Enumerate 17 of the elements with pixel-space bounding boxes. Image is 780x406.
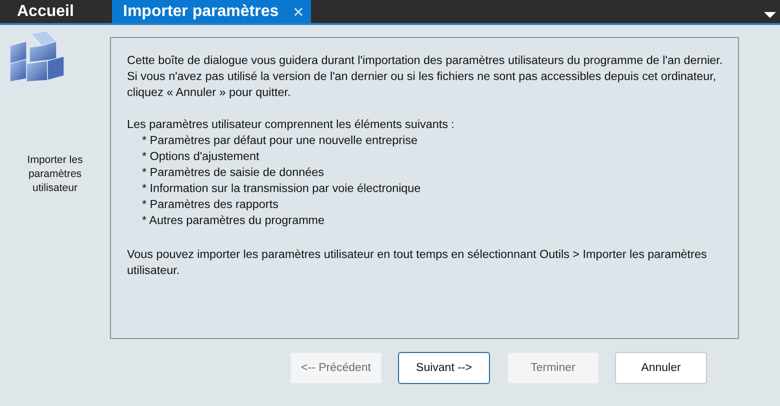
intro-text: Cette boîte de dialogue vous guidera durant l'importation des paramètres utilisateurs du programme de l'an dernier. Si vous n'avez pas utilisé la version de l'an dernier ou si les fichiers ne sont pas accessibles depuis cet ordinateur, cliquez « Annuler » pour quitter.: [127, 53, 723, 101]
list-item: * Paramètres des rapports: [142, 197, 280, 213]
list-item: * Autres paramètres du programme: [142, 213, 326, 229]
wizard-button[interactable]: Annuler: [615, 352, 707, 384]
cubes-icon: [7, 30, 67, 84]
footer-text: Vous pouvez importer les paramètres utilisateur en tout temps en sélectionnant Outils > Importer les paramètres utilisateur.: [127, 247, 708, 279]
list-item: * Paramètres par défaut pour une nouvelle entreprise: [142, 133, 418, 149]
list-item: * Paramètres de saisie de données: [142, 165, 325, 181]
tab[interactable]: Accueil: [0, 0, 112, 23]
list-item: * Information sur la transmission par voie électronique: [142, 181, 422, 197]
sidebar-caption: Importer les paramètres utilisateur: [26, 153, 84, 195]
list-heading: Les paramètres utilisateur comprennent les éléments suivants :: [127, 117, 456, 133]
dropdown-icon[interactable]: [764, 12, 776, 18]
list-item: * Options d'ajustement: [142, 149, 260, 165]
close-icon[interactable]: ✕: [292, 4, 305, 20]
wizard-button[interactable]: Suivant -->: [398, 352, 490, 384]
tab[interactable]: Importer paramètres ✕: [112, 0, 311, 23]
